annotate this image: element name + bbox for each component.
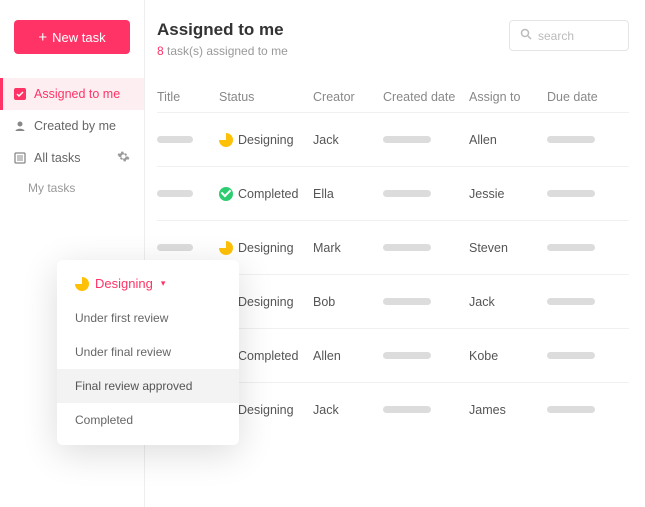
table-row[interactable]: Designing Jack Allen [157,112,629,166]
status-label: Designing [238,295,294,309]
search-box[interactable] [509,20,629,51]
col-assign-to: Assign to [469,90,547,104]
col-title: Title [157,90,219,104]
creator-cell: Mark [313,241,383,255]
assign-to-cell: Allen [469,133,547,147]
sidebar-sub-label: My tasks [28,181,75,195]
gear-icon[interactable] [117,150,130,166]
placeholder-cell [383,406,469,413]
sidebar-item-created-by-me[interactable]: Created by me [0,110,144,142]
placeholder-cell [547,190,627,197]
placeholder-cell [547,406,627,413]
status-option[interactable]: Under first review [57,301,239,335]
new-task-label: New task [52,30,105,45]
placeholder-cell [157,244,219,251]
assign-to-cell: Steven [469,241,547,255]
check-circle-icon [219,187,233,201]
status-label: Completed [238,187,298,201]
status-dropdown-trigger[interactable]: Designing ▾ [57,276,239,301]
creator-cell: Ella [313,187,383,201]
sidebar-item-label: Created by me [34,119,116,133]
status-dropdown: Designing ▾ Under first reviewUnder fina… [57,260,239,445]
assign-to-cell: Jessie [469,187,547,201]
status-label: Completed [238,349,298,363]
placeholder-cell [383,244,469,251]
status-label: Designing [238,133,294,147]
status-dropdown-current: Designing [95,276,153,291]
plus-icon: + [38,30,47,45]
task-count-suffix: task(s) assigned to me [164,44,288,58]
placeholder-cell [383,190,469,197]
new-task-button[interactable]: + New task [14,20,130,54]
status-option[interactable]: Final review approved [57,369,239,403]
table-header: Title Status Creator Created date Assign… [157,82,629,112]
checklist-icon [14,88,26,100]
placeholder-cell [547,352,627,359]
placeholder-cell [157,190,219,197]
col-created-date: Created date [383,90,469,104]
status-option[interactable]: Completed [57,403,239,437]
task-count: 8 [157,44,164,58]
sidebar-item-all-tasks[interactable]: All tasks [0,142,144,174]
placeholder-cell [383,136,469,143]
status-label: Designing [238,403,294,417]
chevron-down-icon: ▾ [161,278,166,289]
sidebar-item-assigned-to-me[interactable]: Assigned to me [0,78,144,110]
table-row[interactable]: Completed Ella Jessie [157,166,629,220]
col-status: Status [219,90,313,104]
col-due-date: Due date [547,90,627,104]
placeholder-cell [157,136,219,143]
clock-icon [219,241,233,255]
creator-cell: Jack [313,403,383,417]
sidebar-item-label: All tasks [34,151,81,165]
status-option[interactable]: Under final review [57,335,239,369]
status-label: Designing [238,241,294,255]
assign-to-cell: Kobe [469,349,547,363]
col-creator: Creator [313,90,383,104]
assign-to-cell: Jack [469,295,547,309]
placeholder-cell [547,244,627,251]
creator-cell: Bob [313,295,383,309]
clock-icon [219,133,233,147]
placeholder-cell [547,136,627,143]
search-icon [520,28,532,43]
assign-to-cell: James [469,403,547,417]
placeholder-cell [383,298,469,305]
creator-cell: Jack [313,133,383,147]
creator-cell: Allen [313,349,383,363]
placeholder-cell [383,352,469,359]
list-icon [14,152,26,164]
sidebar-sub-my-tasks[interactable]: My tasks [0,174,144,202]
status-cell[interactable]: Completed [219,187,313,201]
page-subtitle: 8 task(s) assigned to me [157,44,288,58]
status-cell[interactable]: Designing [219,133,313,147]
search-input[interactable] [538,29,618,43]
clock-icon [75,277,89,291]
page-title: Assigned to me [157,20,288,40]
user-icon [14,120,26,132]
sidebar-item-label: Assigned to me [34,87,120,101]
placeholder-cell [547,298,627,305]
status-cell[interactable]: Designing [219,241,313,255]
